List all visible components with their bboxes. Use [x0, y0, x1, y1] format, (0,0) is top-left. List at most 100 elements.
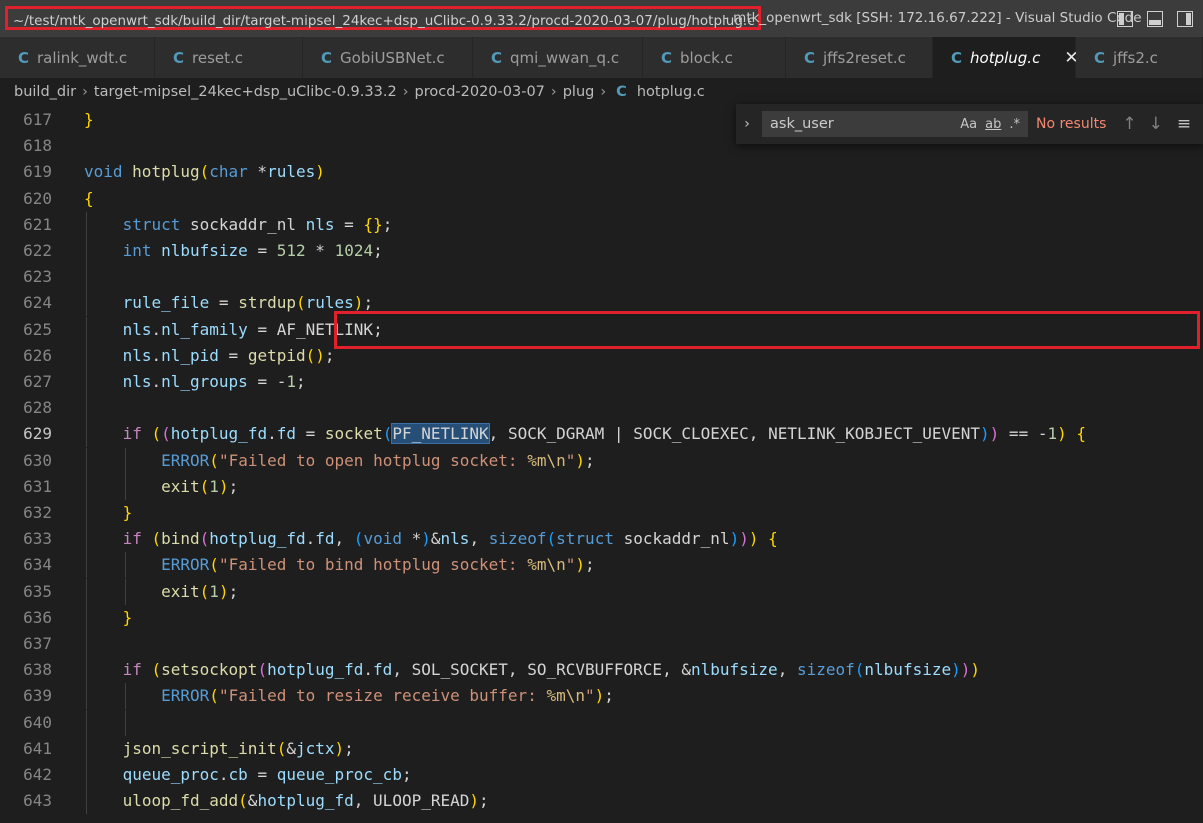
find-input[interactable] [768, 115, 961, 133]
line-number: 629 [23, 424, 52, 444]
breadcrumb-item[interactable]: build_dir [14, 84, 76, 100]
c-file-icon: C [616, 83, 627, 100]
code-line[interactable]: 632 } [0, 500, 1203, 526]
code-text: struct sockaddr_nl nls = {}; [122, 214, 393, 234]
title-bar: ~/test/mtk_openwrt_sdk/build_dir/target-… [0, 0, 1203, 37]
toggle-sidebar-icon[interactable] [1117, 10, 1133, 27]
layout-controls [1117, 0, 1203, 37]
code-line[interactable]: 623 [0, 264, 1203, 291]
code-line[interactable]: 630 ERROR("Failed to open hotplug socket… [0, 447, 1203, 474]
find-widget: › Aa ab .* No results ↑ ↓ ≡ [736, 104, 1203, 144]
line-number: 627 [23, 372, 52, 391]
code-line[interactable]: 631 exit(1); [0, 473, 1203, 500]
line-number: 638 [23, 660, 52, 680]
c-file-icon: C [18, 48, 30, 67]
code-line[interactable]: 643 uloop_fd_add(&hotplug_fd, ULOOP_READ… [0, 788, 1203, 815]
line-number: 643 [23, 791, 52, 811]
tab-hotplug[interactable]: C hotplug.c ✕ [933, 37, 1079, 78]
tab-jffs2[interactable]: C jffs2.c [1076, 37, 1203, 78]
line-number: 636 [23, 607, 52, 627]
tab-gobiusbnet[interactable]: C GobiUSBNet.c [303, 37, 473, 78]
toggle-panel-icon[interactable] [1147, 10, 1163, 27]
regex-icon[interactable]: .* [1009, 117, 1020, 132]
code-line[interactable]: 624 rule_file = strdup(rules); [0, 290, 1203, 317]
code-line[interactable]: 636 } [0, 604, 1203, 631]
line-number: 637 [23, 634, 52, 653]
code-text: int nlbufsize = 512 * 1024; [122, 241, 383, 260]
line-number: 640 [23, 712, 52, 732]
code-line[interactable]: 619 void hotplug(char *rules) [0, 159, 1203, 185]
code-line[interactable]: 622 int nlbufsize = 512 * 1024; [0, 238, 1203, 264]
code-line[interactable]: 626 nls.nl_pid = getpid(); [0, 342, 1203, 369]
window-title-path: ~/test/mtk_openwrt_sdk/build_dir/target-… [5, 6, 761, 30]
tab-block[interactable]: C block.c [643, 37, 786, 78]
code-text: if (setsockopt(hotplug_fd.fd, SOL_SOCKET… [122, 660, 981, 680]
editor-tab-bar: C ralink_wdt.c C reset.c C GobiUSBNet.c … [0, 37, 1203, 78]
code-line[interactable]: 620 { [0, 186, 1203, 212]
line-number: 618 [23, 136, 52, 156]
code-line[interactable]: 640 [0, 709, 1203, 736]
code-text: { [84, 188, 94, 208]
code-text: } [122, 607, 133, 627]
code-text: } [122, 503, 133, 522]
c-file-icon: C [1094, 48, 1106, 67]
chevron-right-icon: › [402, 83, 409, 100]
window-title-suffix: - mtk_openwrt_sdk [SSH: 172.16.67.222] -… [724, 10, 1142, 26]
code-line[interactable]: 641 json_script_init(&jctx); [0, 735, 1203, 762]
breadcrumb-item[interactable]: plug [563, 84, 595, 100]
line-number: 623 [23, 267, 52, 287]
line-number: 632 [23, 503, 52, 522]
code-line[interactable]: 635 exit(1); [0, 578, 1203, 605]
tab-ralink-wdt[interactable]: C ralink_wdt.c [0, 37, 155, 78]
line-number: 626 [23, 345, 52, 365]
tab-qmi-wwan-q[interactable]: C qmi_wwan_q.c [473, 37, 643, 78]
code-line[interactable]: 627 nls.nl_groups = -1; [0, 369, 1203, 395]
code-line[interactable]: 642 queue_proc.cb = queue_proc_cb; [0, 762, 1203, 788]
line-number: 631 [23, 476, 52, 496]
chevron-right-icon[interactable]: › [736, 116, 758, 132]
code-text: } [84, 110, 94, 129]
match-case-icon[interactable]: Aa [960, 117, 977, 132]
breadcrumb-item[interactable]: procd-2020-03-07 [415, 84, 545, 100]
code-line[interactable]: 629 if ((hotplug_fd.fd = socket(PF_NETLI… [0, 421, 1203, 448]
code-line[interactable]: 625 nls.nl_family = AF_NETLINK; [0, 316, 1203, 343]
tab-jffs2reset[interactable]: C jffs2reset.c [786, 37, 933, 78]
code-line[interactable]: 639 ERROR("Failed to resize receive buff… [0, 683, 1203, 710]
code-text: if (bind(hotplug_fd.fd, (void *)&nls, si… [122, 529, 778, 549]
toggle-secondary-sidebar-icon[interactable] [1177, 10, 1193, 27]
code-line[interactable]: 621 struct sockaddr_nl nls = {}; [0, 211, 1203, 238]
breadcrumb-item[interactable]: target-mipsel_24kec+dsp_uClibc-0.9.33.2 [94, 84, 397, 100]
code-text: ERROR("Failed to resize receive buffer: … [161, 686, 614, 706]
line-number: 624 [23, 293, 52, 313]
code-text: nls.nl_family = AF_NETLINK; [122, 319, 383, 339]
code-text: void hotplug(char *rules) [84, 162, 325, 182]
c-file-icon: C [951, 48, 963, 67]
line-number: 639 [23, 686, 52, 706]
indent-guide [124, 709, 126, 736]
line-number: 641 [23, 738, 52, 758]
code-text: queue_proc.cb = queue_proc_cb; [122, 765, 412, 784]
indent-guide [86, 264, 87, 291]
tab-reset[interactable]: C reset.c [155, 37, 303, 78]
line-number: 635 [23, 581, 52, 601]
arrow-down-icon[interactable]: ↓ [1149, 114, 1163, 134]
breadcrumb-file[interactable]: hotplug.c [637, 84, 705, 100]
menu-icon[interactable]: ≡ [1177, 114, 1191, 134]
code-line[interactable]: 633 if (bind(hotplug_fd.fd, (void *)&nls… [0, 526, 1203, 553]
code-text: nls.nl_groups = -1; [122, 372, 306, 391]
code-line[interactable]: 628 [0, 395, 1203, 422]
line-number: 625 [23, 319, 52, 339]
whole-word-icon[interactable]: ab [985, 117, 1001, 132]
arrow-up-icon[interactable]: ↑ [1122, 114, 1136, 134]
code-line[interactable]: 638 if (setsockopt(hotplug_fd.fd, SOL_SO… [0, 657, 1203, 684]
find-status: No results [1036, 116, 1107, 132]
code-editor[interactable]: 617} 618 619 void hotplug(char *rules) 620 {6… [0, 105, 1203, 823]
tab-label: jffs2reset.c [823, 48, 906, 67]
code-line[interactable]: 634 ERROR("Failed to bind hotplug socket… [0, 552, 1203, 579]
code-text: ERROR("Failed to bind hotplug socket: %m… [161, 555, 595, 575]
line-number: 622 [23, 241, 52, 260]
tab-label: reset.c [192, 48, 244, 67]
chevron-right-icon: › [82, 83, 88, 100]
code-line[interactable]: 637 [0, 631, 1203, 657]
line-number: 619 [23, 162, 52, 182]
